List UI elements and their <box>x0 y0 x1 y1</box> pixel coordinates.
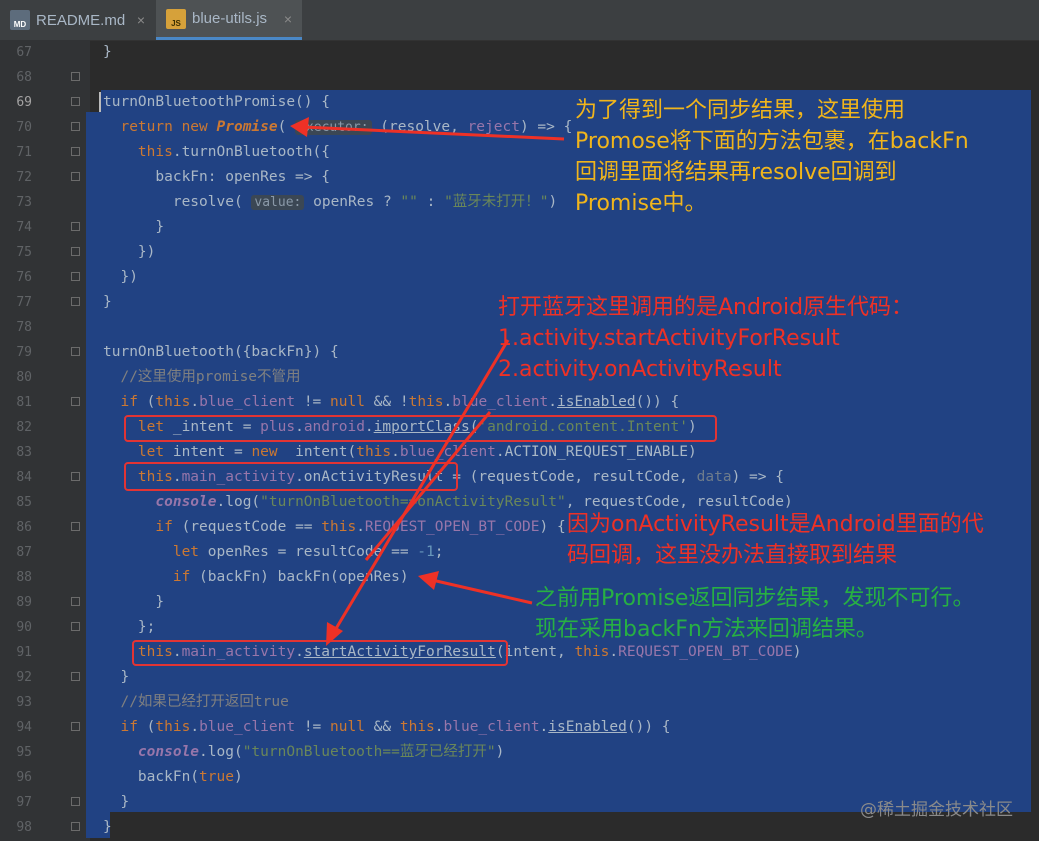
code-line[interactable]: } <box>103 790 129 815</box>
line-number: 68 <box>16 70 32 85</box>
code-line[interactable]: } <box>103 590 164 615</box>
code-line[interactable]: } <box>103 215 164 240</box>
highlight-box <box>124 462 458 491</box>
close-icon[interactable]: × <box>284 11 292 27</box>
code-line[interactable]: turnOnBluetoothPromise() { <box>103 90 330 115</box>
line-number: 81 <box>16 395 32 410</box>
code-line[interactable]: //这里使用promise不管用 <box>103 365 300 390</box>
code-line[interactable]: return new Promise( executor: (resolve, … <box>103 115 572 140</box>
line-number: 86 <box>16 520 32 535</box>
tab-label: README.md <box>36 11 126 29</box>
line-number: 98 <box>16 820 32 835</box>
tab-blue-utils[interactable]: JS blue-utils.js × <box>156 0 302 40</box>
fold-icon[interactable] <box>71 247 80 256</box>
editor-tab-bar: MD README.md × JS blue-utils.js × <box>0 0 1039 41</box>
tab-label: blue-utils.js <box>192 10 268 27</box>
line-number: 73 <box>16 195 32 210</box>
code-line[interactable]: this.turnOnBluetooth({ <box>103 140 330 165</box>
line-number: 94 <box>16 720 32 735</box>
line-number: 84 <box>16 470 32 485</box>
line-number: 75 <box>16 245 32 260</box>
fold-icon[interactable] <box>71 472 80 481</box>
highlight-box <box>124 415 717 442</box>
line-number: 89 <box>16 595 32 610</box>
watermark: @稀土掘金技术社区 <box>860 800 1013 820</box>
highlight-box <box>132 640 508 666</box>
line-number: 70 <box>16 120 32 135</box>
parameter-hint: value: <box>251 195 305 210</box>
line-number: 82 <box>16 420 32 435</box>
line-number: 77 <box>16 295 32 310</box>
code-line[interactable]: }) <box>103 265 137 290</box>
line-number: 87 <box>16 545 32 560</box>
code-line[interactable]: if (this.blue_client != null && !this.bl… <box>103 390 679 415</box>
fold-icon[interactable] <box>71 522 80 531</box>
annotation-promise-note: 为了得到一个同步结果，这里使用 Promose将下面的方法包裹，在backFn 回调… <box>575 98 969 216</box>
line-number: 79 <box>16 345 32 360</box>
line-number: 74 <box>16 220 32 235</box>
close-icon[interactable]: × <box>137 12 145 28</box>
code-line[interactable]: if (requestCode == this.REQUEST_OPEN_BT_… <box>103 515 565 540</box>
line-number: 88 <box>16 570 32 585</box>
code-line[interactable]: backFn(true) <box>103 765 243 790</box>
line-number: 85 <box>16 495 32 510</box>
line-number: 80 <box>16 370 32 385</box>
code-line[interactable]: } <box>103 665 129 690</box>
code-line[interactable]: console.log("turnOnBluetooth==蓝牙已经打开") <box>103 740 504 765</box>
code-line[interactable]: if (this.blue_client != null && this.blu… <box>103 715 670 740</box>
line-number: 90 <box>16 620 32 635</box>
line-number: 67 <box>16 45 32 60</box>
line-number: 72 <box>16 170 32 185</box>
fold-icon[interactable] <box>71 722 80 731</box>
line-number: 92 <box>16 670 32 685</box>
fold-icon[interactable] <box>71 822 80 831</box>
annotation-android-native-note: 打开蓝牙这里调用的是Android原生代码： 1.activity.startAc… <box>498 295 914 382</box>
tab-readme[interactable]: MD README.md × <box>0 0 155 40</box>
code-line[interactable]: } <box>103 815 112 840</box>
md-file-icon: MD <box>10 10 30 30</box>
fold-icon[interactable] <box>71 797 80 806</box>
line-number: 76 <box>16 270 32 285</box>
fold-icon[interactable] <box>71 272 80 281</box>
fold-icon[interactable] <box>71 97 80 106</box>
fold-icon[interactable] <box>71 672 80 681</box>
line-number: 96 <box>16 770 32 785</box>
code-line[interactable]: } <box>103 290 112 315</box>
code-line[interactable]: turnOnBluetooth({backFn}) { <box>103 340 339 365</box>
line-number: 71 <box>16 145 32 160</box>
code-line[interactable]: if (backFn) backFn(openRes) <box>103 565 409 590</box>
fold-icon[interactable] <box>71 397 80 406</box>
fold-icon[interactable] <box>71 72 80 81</box>
js-file-icon: JS <box>166 8 186 29</box>
line-number: 97 <box>16 795 32 810</box>
code-line[interactable]: let openRes = resultCode == -1; <box>103 540 444 565</box>
fold-icon[interactable] <box>71 172 80 181</box>
code-line[interactable]: }) <box>103 240 155 265</box>
fold-icon[interactable] <box>71 147 80 156</box>
code-line[interactable]: }; <box>103 615 155 640</box>
line-number: 91 <box>16 645 32 660</box>
code-line[interactable]: //如果已经打开返回true <box>103 690 288 715</box>
annotation-backfn-note: 之前用Promise返回同步结果，发现不可行。 现在采用backFn方法来回调结果… <box>535 586 975 642</box>
annotation-callback-note: 因为onActivityResult是Android里面的代 码回调，这里没办法直… <box>567 512 984 568</box>
line-number: 93 <box>16 695 32 710</box>
fold-icon[interactable] <box>71 122 80 131</box>
parameter-hint: executor: <box>295 120 372 135</box>
code-line[interactable]: } <box>103 40 112 65</box>
line-number: 78 <box>16 320 32 335</box>
code-line[interactable]: backFn: openRes => { <box>103 165 330 190</box>
fold-icon[interactable] <box>71 222 80 231</box>
fold-icon[interactable] <box>71 297 80 306</box>
line-number: 83 <box>16 445 32 460</box>
code-line[interactable]: resolve( value: openRes ? "" : "蓝牙未打开！") <box>103 190 557 215</box>
fold-icon[interactable] <box>71 347 80 356</box>
fold-icon[interactable] <box>71 622 80 631</box>
line-number: 69 <box>16 95 32 110</box>
fold-icon[interactable] <box>71 597 80 606</box>
line-number: 95 <box>16 745 32 760</box>
